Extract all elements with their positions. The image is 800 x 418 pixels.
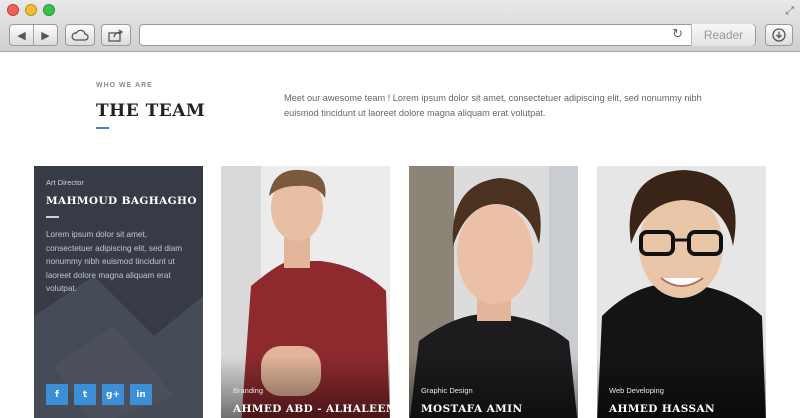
member-role: Web Developing xyxy=(609,386,664,395)
name-underline xyxy=(46,216,59,218)
member-role: Graphic Design xyxy=(421,386,473,395)
back-forward-buttons: ◀ ▶ xyxy=(9,24,58,46)
member-name: AHMED HASSAN xyxy=(609,403,716,415)
google-plus-icon[interactable]: g+ xyxy=(102,384,124,405)
close-window-button[interactable] xyxy=(7,4,19,16)
reader-button[interactable]: Reader xyxy=(691,24,755,46)
team-card[interactable]: Web Developing AHMED HASSAN xyxy=(597,166,766,418)
back-icon[interactable]: ◀ xyxy=(10,29,33,42)
share-icon xyxy=(108,28,124,42)
cloud-icon xyxy=(71,29,89,41)
share-button[interactable] xyxy=(101,24,131,46)
downloads-button[interactable] xyxy=(765,24,793,46)
team-card[interactable]: Graphic Design MOSTAFA AMIN xyxy=(409,166,578,418)
social-links: f t g+ in xyxy=(46,384,152,405)
section-title: THE TEAM xyxy=(96,101,206,121)
member-bio: Lorem ipsum dolor sit amet, consectetuer… xyxy=(46,230,183,294)
member-name: MAHMOUD BAGHAGHO xyxy=(46,195,197,207)
member-role: Art Director xyxy=(46,178,84,187)
section-eyebrow: WHO WE ARE xyxy=(96,82,153,89)
member-name: MOSTAFA AMIN xyxy=(421,403,523,415)
icloud-button[interactable] xyxy=(65,24,95,46)
window-controls xyxy=(7,4,55,16)
linkedin-icon[interactable]: in xyxy=(130,384,152,405)
member-role: Branding xyxy=(233,386,264,395)
fullscreen-icon[interactable]: ⤢ xyxy=(785,4,794,18)
team-card-featured[interactable]: Art Director MAHMOUD BAGHAGHO Lorem ipsu… xyxy=(34,166,203,418)
forward-icon[interactable]: ▶ xyxy=(34,29,57,42)
member-name: AHMED ABD - ALHALEEM xyxy=(233,403,390,415)
download-icon xyxy=(772,28,786,42)
reload-icon[interactable]: ↻ xyxy=(672,27,683,42)
twitter-icon[interactable]: t xyxy=(74,384,96,405)
team-card[interactable]: Branding AHMED ABD - ALHALEEM xyxy=(221,166,390,418)
minimize-window-button[interactable] xyxy=(25,4,37,16)
title-underline xyxy=(96,127,109,129)
address-bar[interactable]: ↻ Reader xyxy=(139,24,756,46)
facebook-icon[interactable]: f xyxy=(46,384,68,405)
section-intro: Meet our awesome team ! Lorem ipsum dolo… xyxy=(284,93,702,118)
zoom-window-button[interactable] xyxy=(43,4,55,16)
browser-toolbar: ⤢ ◀ ▶ ↻ Reader xyxy=(0,0,800,52)
